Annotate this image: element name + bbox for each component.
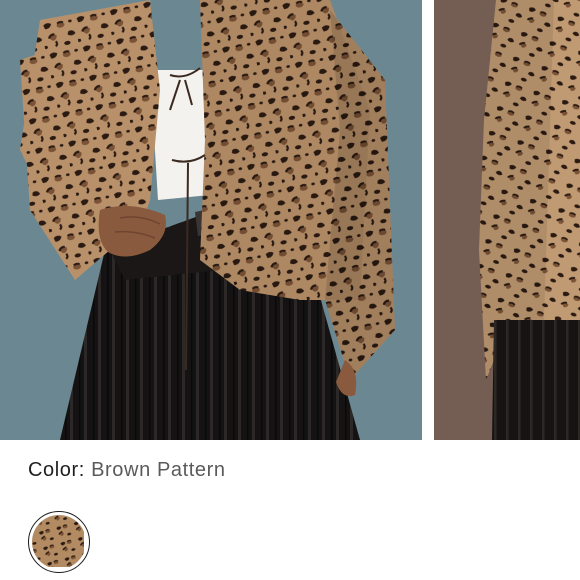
product-image-secondary[interactable] xyxy=(434,0,580,440)
leopard-jacket-model-front-photo xyxy=(0,0,422,440)
product-image-gallery[interactable] xyxy=(0,0,580,440)
selected-color-name: Brown Pattern xyxy=(91,459,226,481)
color-selection-label: Color: Brown Pattern xyxy=(28,456,226,484)
color-swatch-brown-pattern[interactable] xyxy=(28,511,90,573)
leopard-jacket-model-side-photo xyxy=(434,0,580,440)
product-page: Color: Brown Pattern xyxy=(0,0,580,580)
product-image-main[interactable] xyxy=(0,0,422,440)
leopard-print-swatch-icon xyxy=(32,515,86,569)
color-label: Color: xyxy=(28,459,92,481)
